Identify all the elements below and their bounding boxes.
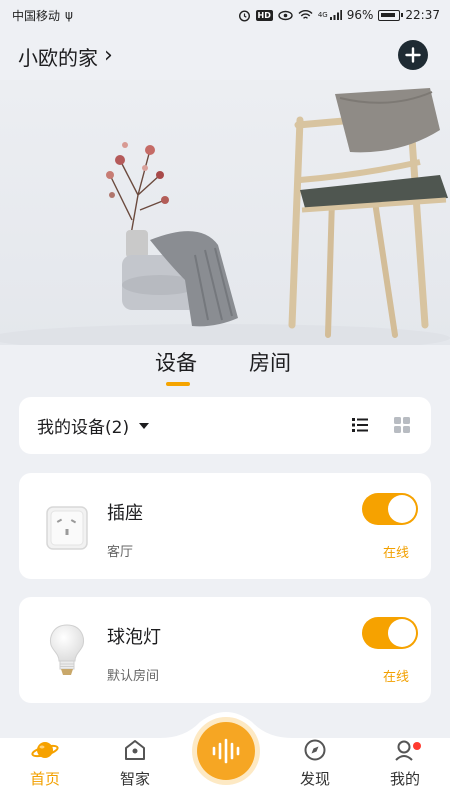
wifi-icon: [298, 10, 313, 19]
battery-icon: [378, 9, 404, 21]
clock: 22:37: [405, 8, 440, 22]
device-name: 球泡灯: [107, 627, 161, 648]
tab-rooms[interactable]: 房间: [249, 347, 291, 377]
device-status: 在线: [382, 670, 409, 685]
network-type-label: 4G: [317, 11, 328, 19]
signal-icon: [329, 10, 342, 20]
nav-label: 发现: [299, 770, 330, 788]
tab-devices[interactable]: 设备: [155, 347, 197, 377]
device-card-bulb[interactable]: 球泡灯 默认房间 在线: [19, 597, 431, 703]
status-bar-right: HD 4G 96% 22:37: [238, 8, 440, 22]
device-room: 客厅: [107, 545, 134, 560]
compass-icon: [304, 739, 326, 761]
toggle-knob: [388, 495, 416, 523]
home-selector[interactable]: 小欧的家 ›: [18, 42, 113, 71]
hd-badge: HD: [255, 9, 273, 21]
socket-icon: [46, 506, 88, 550]
device-card-socket[interactable]: 插座 客厅 在线: [19, 473, 431, 579]
hero-illustration: [0, 80, 450, 345]
device-room: 默认房间: [107, 669, 160, 684]
grid-view-icon[interactable]: [393, 416, 411, 434]
tab-bar: 设备 房间: [0, 345, 450, 390]
nav-label: 我的: [389, 770, 420, 788]
power-toggle[interactable]: [362, 617, 418, 649]
usb-icon: ψ: [65, 8, 73, 22]
alarm-icon: [238, 9, 250, 22]
caret-down-icon[interactable]: [139, 422, 150, 429]
nav-discover[interactable]: 发现: [285, 738, 345, 789]
nav-label: 首页: [29, 770, 60, 788]
chevron-right-icon: ›: [104, 43, 113, 68]
nav-label: 智家: [119, 770, 150, 788]
notification-badge: [413, 742, 421, 750]
house-icon: [125, 740, 145, 760]
planet-icon: [31, 742, 59, 758]
device-name: 插座: [107, 503, 143, 524]
power-toggle[interactable]: [362, 493, 418, 525]
battery-percent: 96%: [346, 8, 374, 22]
toggle-knob: [388, 619, 416, 647]
carrier-label: 中国移动: [12, 8, 61, 23]
bulb-icon: [50, 624, 84, 675]
device-status: 在线: [382, 546, 409, 561]
tab-indicator: [166, 382, 190, 386]
profile-icon: [395, 740, 413, 761]
device-filter-label[interactable]: 我的设备(2): [37, 413, 129, 438]
status-bar-left: 中国移动 ψ: [12, 7, 73, 24]
device-filter-card: 我的设备(2): [19, 397, 431, 454]
home-name: 小欧的家: [18, 46, 98, 70]
voice-wave-icon: [212, 738, 240, 764]
voice-assistant-button[interactable]: [197, 722, 255, 780]
nav-smart-home[interactable]: 智家: [105, 738, 165, 789]
list-view-icon[interactable]: [351, 416, 369, 434]
nav-mine[interactable]: 我的: [375, 738, 435, 789]
plus-icon: [405, 47, 421, 63]
add-device-button[interactable]: [398, 40, 428, 70]
nav-home[interactable]: 首页: [15, 738, 75, 789]
status-bar: 中国移动 ψ HD 4G 96% 22:37: [0, 0, 450, 30]
eye-icon: [278, 10, 293, 20]
